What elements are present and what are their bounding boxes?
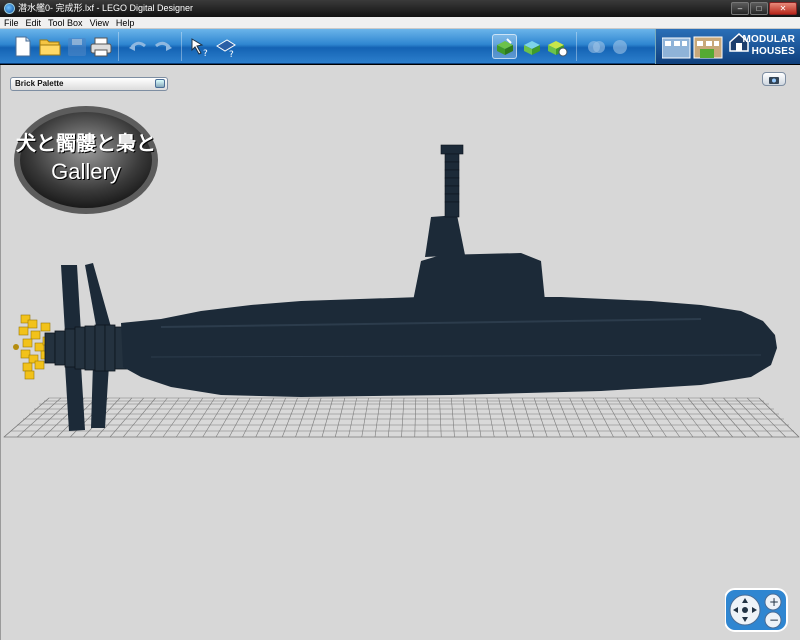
undo-icon (125, 34, 150, 59)
window-title: 潜水艦0- 完成形.lxf - LEGO Digital Designer (18, 3, 194, 13)
zoom-out-icon: − (769, 613, 779, 627)
3d-viewport[interactable]: Brick Palette 犬と髑髏と梟と Gallery + − (0, 65, 800, 640)
view-mode-button[interactable] (519, 34, 544, 59)
svg-text:?: ? (229, 50, 234, 58)
print-button[interactable] (88, 34, 113, 59)
select-tool-button[interactable]: ? (187, 34, 212, 59)
tail-cone (44, 324, 128, 372)
gallery-watermark-logo: 犬と髑髏と梟と Gallery (13, 105, 159, 215)
screenshot-button[interactable] (762, 72, 786, 86)
periscope (440, 144, 464, 218)
zoom-in-icon: + (769, 595, 779, 609)
toolbar-separator (181, 32, 182, 61)
menu-edit[interactable]: Edit (26, 17, 42, 28)
hide-icon (583, 34, 608, 59)
undo-button[interactable] (125, 34, 150, 59)
menu-view[interactable]: View (90, 17, 109, 28)
lego-app-icon (4, 3, 15, 14)
brand-title-line1: MODULAR (742, 34, 795, 45)
propeller-hub (13, 344, 19, 350)
brick-palette-tab[interactable]: Brick Palette (10, 77, 168, 91)
color-icon (607, 34, 632, 59)
palette-expand-button[interactable] (155, 79, 165, 88)
redo-icon (150, 34, 175, 59)
redo-button[interactable] (150, 34, 175, 59)
watermark-subtitle: Gallery (51, 159, 121, 184)
conning-tower (413, 215, 545, 301)
svg-text:?: ? (203, 49, 208, 58)
window-controls: – □ ✕ (730, 1, 797, 16)
help-tool-button[interactable]: ? (213, 34, 238, 59)
view-mode-icon (519, 34, 544, 59)
hide-button[interactable] (583, 34, 608, 59)
menu-toolbox[interactable]: Tool Box (48, 17, 83, 28)
camera-icon (769, 77, 779, 84)
camera-navigation-control[interactable]: + − (724, 585, 789, 633)
open-button[interactable] (37, 34, 62, 59)
save-icon (64, 34, 89, 59)
open-folder-icon (37, 34, 62, 59)
brick-palette-label: Brick Palette (15, 79, 64, 88)
brand-title-line2: HOUSES (751, 46, 795, 57)
minimize-button[interactable]: – (731, 1, 749, 15)
menu-file[interactable]: File (4, 17, 19, 28)
select-tool-icon: ? (187, 34, 212, 59)
modular-houses-banner[interactable]: MODULAR HOUSES (655, 29, 800, 64)
save-button[interactable] (64, 34, 89, 59)
building-guide-button[interactable] (544, 34, 569, 59)
title-bar: 潜水艦0- 完成形.lxf - LEGO Digital Designer – … (0, 0, 800, 17)
submarine-hull (121, 297, 777, 397)
build-mode-button[interactable] (492, 34, 517, 59)
close-button[interactable]: ✕ (769, 1, 797, 15)
print-icon (88, 34, 113, 59)
building-guide-icon (544, 34, 569, 59)
maximize-button[interactable]: □ (750, 1, 768, 15)
color-button[interactable] (607, 34, 632, 59)
build-mode-icon (493, 35, 516, 58)
new-file-button[interactable] (10, 34, 35, 59)
new-file-icon (10, 34, 35, 59)
help-tool-icon: ? (213, 34, 238, 59)
menu-help[interactable]: Help (116, 17, 135, 28)
houses-thumbnail-icon (662, 36, 723, 59)
toolbar-separator (118, 32, 119, 61)
menu-bar: File Edit Tool Box View Help (0, 17, 800, 29)
ground-grid (3, 397, 800, 438)
toolbar-separator (576, 32, 577, 61)
watermark-title: 犬と髑髏と梟と (16, 131, 156, 155)
